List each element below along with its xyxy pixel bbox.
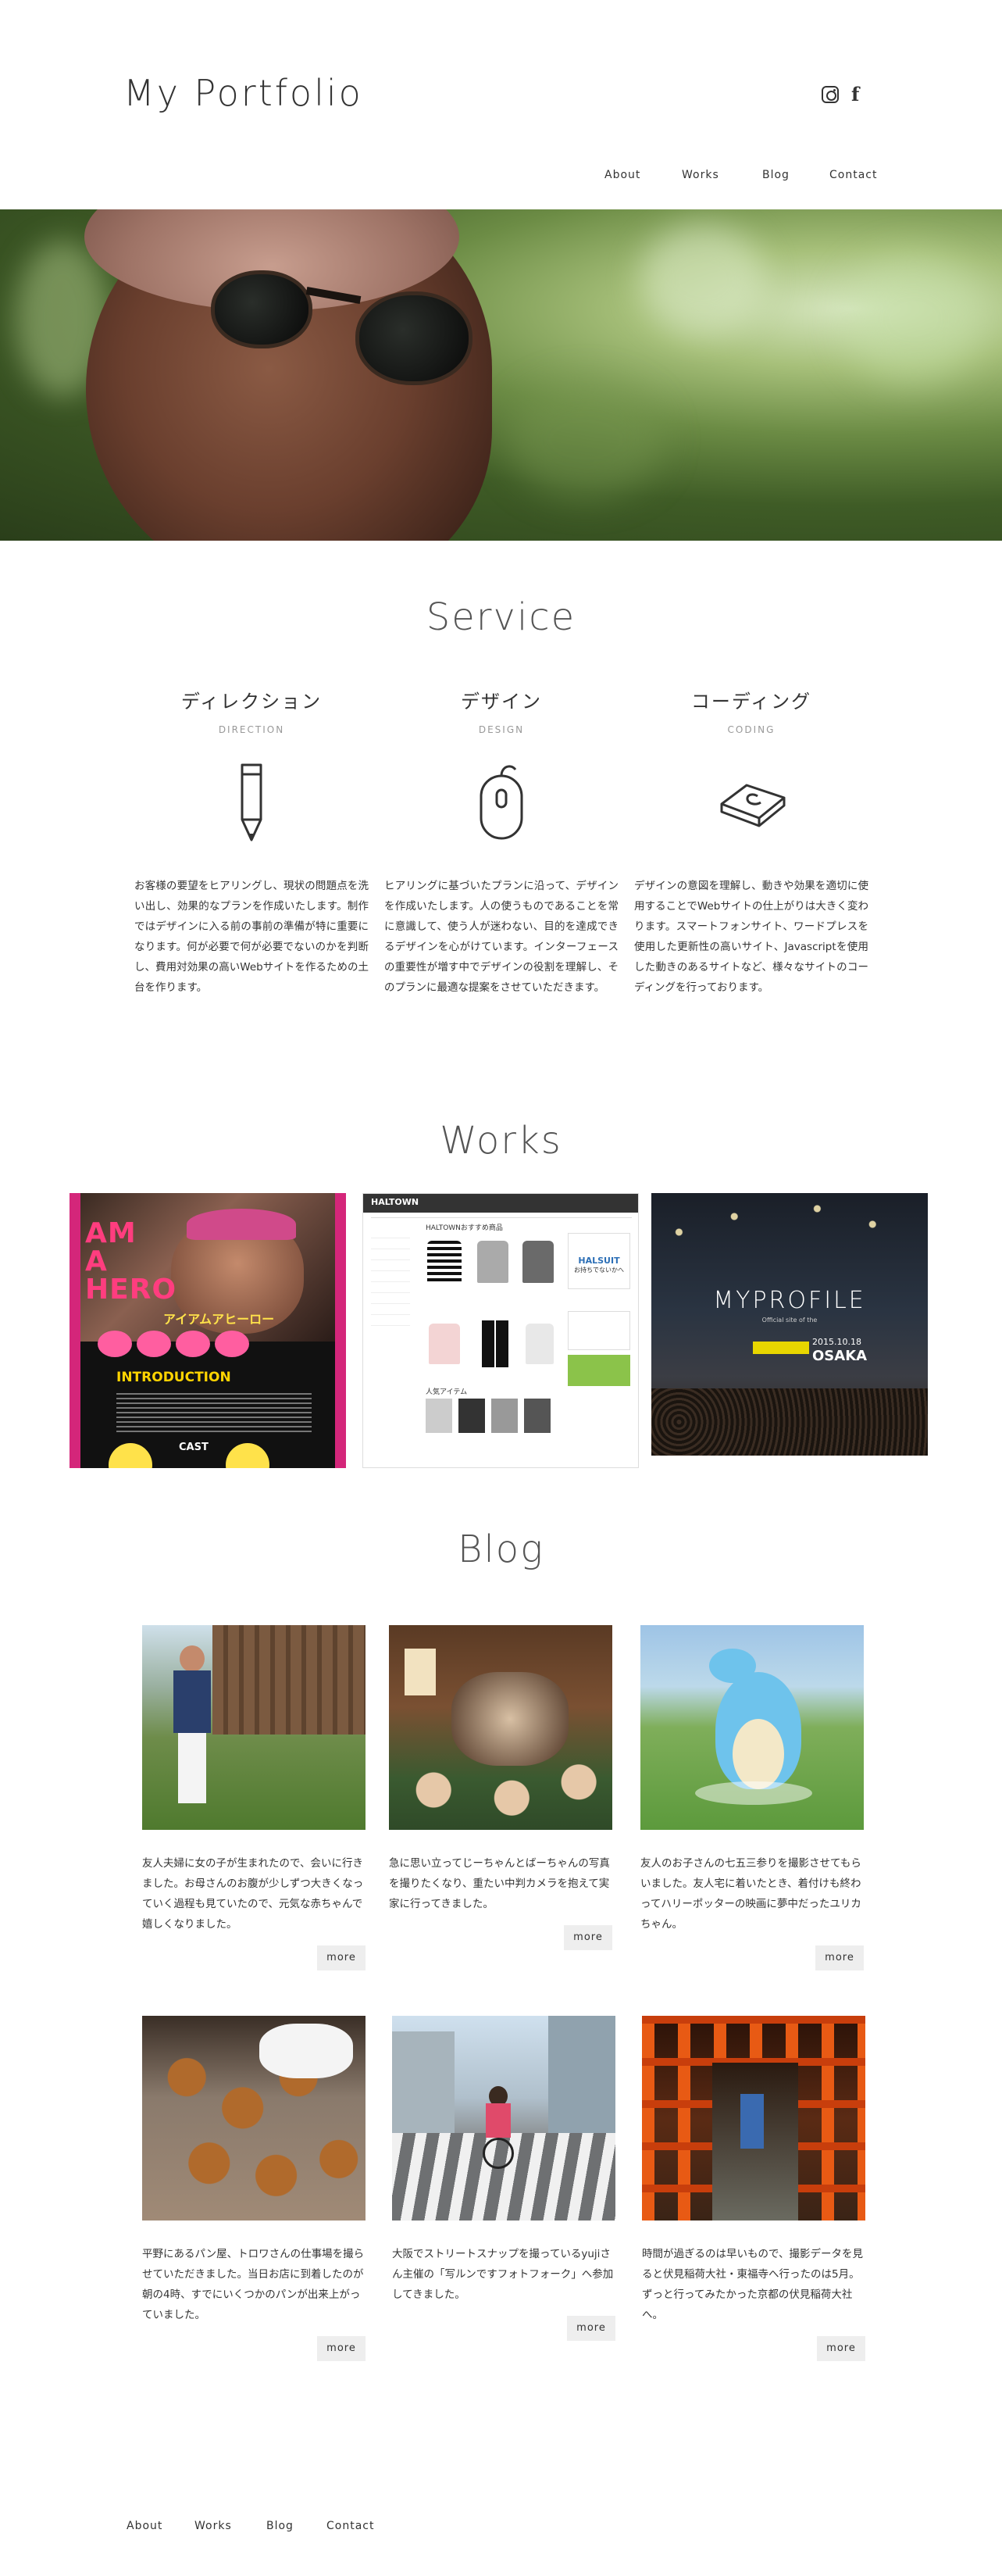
service-coding-desc: デザインの意図を理解し、動きや効果を適切に使用することでWebサイトの仕上がりは… — [634, 880, 868, 994]
instagram-icon[interactable] — [822, 86, 839, 103]
service-design-subtitle: DESIGN — [478, 724, 525, 735]
works-title: Works — [440, 1119, 562, 1163]
blog-post-image[interactable] — [392, 2016, 615, 2221]
nav-blog[interactable]: Blog — [762, 169, 790, 181]
more-button[interactable]: more — [317, 2336, 365, 2361]
blog-post-text: 友人夫婦に女の子が生まれたので、会いに行きました。お母さんのお腹が少しずつ大きく… — [142, 1857, 364, 1931]
blog-post-4: 平野にあるパン屋、トロワさんの仕事場を撮らせていただきました。当日お店に到着した… — [142, 2016, 365, 2361]
service-title: Service — [426, 595, 576, 639]
service-design-desc: ヒアリングに基づいたプランに沿って、デザインを作成いたします。人の使うものである… — [384, 880, 619, 994]
blog-post-image[interactable] — [142, 1625, 365, 1830]
service-coding-title: コーディング — [690, 691, 812, 713]
more-button[interactable]: more — [567, 2316, 615, 2341]
work-hero-intro: INTRODUCTION — [116, 1370, 231, 1385]
blog-post-1: 友人夫婦に女の子が生まれたので、会いに行きました。お母さんのお腹が少しずつ大きく… — [142, 1625, 365, 1970]
blog-post-text: 時間が過ぎるのは早いもので、撮影データを見ると伏見稲荷大社・東福寺へ行ったのは5… — [642, 2248, 863, 2321]
work-hero-heading: アイアムアヒーロー — [163, 1312, 275, 1327]
site-header: My Portfolio f About Works Blog Contact — [0, 0, 1002, 209]
keyboard-key-icon — [634, 759, 868, 845]
work-hero-cast: CAST — [179, 1442, 209, 1453]
work-myprofile-logo: MYPROFILE — [713, 1287, 866, 1314]
service-direction-desc: お客様の要望をヒアリングし、現状の問題点を洗い出し、効果的なプランを作成いたしま… — [134, 880, 369, 994]
more-button[interactable]: more — [564, 1925, 612, 1950]
service-direction-title: ディレクション — [180, 691, 323, 713]
blog-post-text: 平野にあるパン屋、トロワさんの仕事場を撮らせていただきました。当日お店に到着した… — [142, 2248, 365, 2321]
service-coding: コーディング CODING デザインの意図を理解し、動きや効果を適切に使用するこ… — [634, 686, 868, 998]
blog-title: Blog — [458, 1527, 544, 1571]
blog-post-text: 友人のお子さんの七五三参りを撮影させてもらいました。友人宅に着いたとき、着付けも… — [640, 1857, 861, 1931]
service-design: デザイン DESIGN ヒアリングに基づいたプランに沿って、デザインを作成いたし… — [384, 686, 619, 998]
work-item-myprofile[interactable]: MYPROFILE Official site of the 2015.10.1… — [651, 1193, 928, 1456]
more-button[interactable]: more — [317, 1945, 365, 1970]
work-item-haltown[interactable]: HALTOWN HALTOWNおすすめ商品 HALSUIT お持ちでないかへ 人… — [362, 1193, 639, 1468]
blog-post-5: 大阪でストリートスナップを撮っているyujiさん主催の「写ルンですフォトフォーク… — [392, 2016, 615, 2341]
blog-post-2: 急に思い立ってじーちゃんとばーちゃんの写真を撮りたくなり、重たい中判カメラを抱え… — [389, 1625, 612, 1950]
blog-post-3: 友人のお子さんの七五三参りを撮影させてもらいました。友人宅に着いたとき、着付けも… — [640, 1625, 864, 1970]
sunglasses-right — [355, 291, 472, 385]
blog-post-image[interactable] — [389, 1625, 612, 1830]
blog-post-text: 急に思い立ってじーちゃんとばーちゃんの写真を撮りたくなり、重たい中判カメラを抱え… — [389, 1857, 610, 1910]
more-button[interactable]: more — [815, 1945, 864, 1970]
work-hero-logo: AM A HERO — [85, 1217, 177, 1306]
facebook-icon[interactable]: f — [851, 85, 859, 104]
footer-nav-blog[interactable]: Blog — [266, 2520, 294, 2532]
blog-post-image[interactable] — [142, 2016, 365, 2221]
site-logo[interactable]: My Portfolio — [123, 72, 363, 114]
work-item-hero[interactable]: AM A HERO アイアムアヒーロー INTRODUCTION CAST — [70, 1193, 346, 1468]
blog-post-image[interactable] — [642, 2016, 865, 2221]
nav-about[interactable]: About — [604, 169, 640, 181]
more-button[interactable]: more — [817, 2336, 865, 2361]
footer-nav-contact[interactable]: Contact — [326, 2520, 374, 2532]
service-design-title: デザイン — [461, 691, 542, 713]
blog-post-text: 大阪でストリートスナップを撮っているyujiさん主催の「写ルンですフォトフォーク… — [392, 2248, 614, 2301]
work-haltown-logo: HALTOWN — [371, 1197, 419, 1207]
service-direction-subtitle: DIRECTION — [218, 724, 285, 735]
footer-nav-about[interactable]: About — [127, 2520, 162, 2532]
nav-works[interactable]: Works — [682, 169, 719, 181]
service-direction: ディレクション DIRECTION お客様の要望をヒアリングし、現状の問題点を洗… — [134, 686, 369, 998]
blog-post-image[interactable] — [640, 1625, 864, 1830]
sunglasses-left — [211, 270, 312, 348]
mouse-icon — [384, 759, 619, 845]
service-coding-subtitle: CODING — [727, 724, 776, 735]
nav-contact[interactable]: Contact — [829, 169, 877, 181]
social-links: f — [822, 85, 859, 104]
hero-image — [0, 209, 1002, 541]
footer-nav-works[interactable]: Works — [194, 2520, 232, 2532]
pencil-icon — [134, 759, 369, 845]
blog-post-6: 時間が過ぎるのは早いもので、撮影データを見ると伏見稲荷大社・東福寺へ行ったのは5… — [642, 2016, 865, 2361]
